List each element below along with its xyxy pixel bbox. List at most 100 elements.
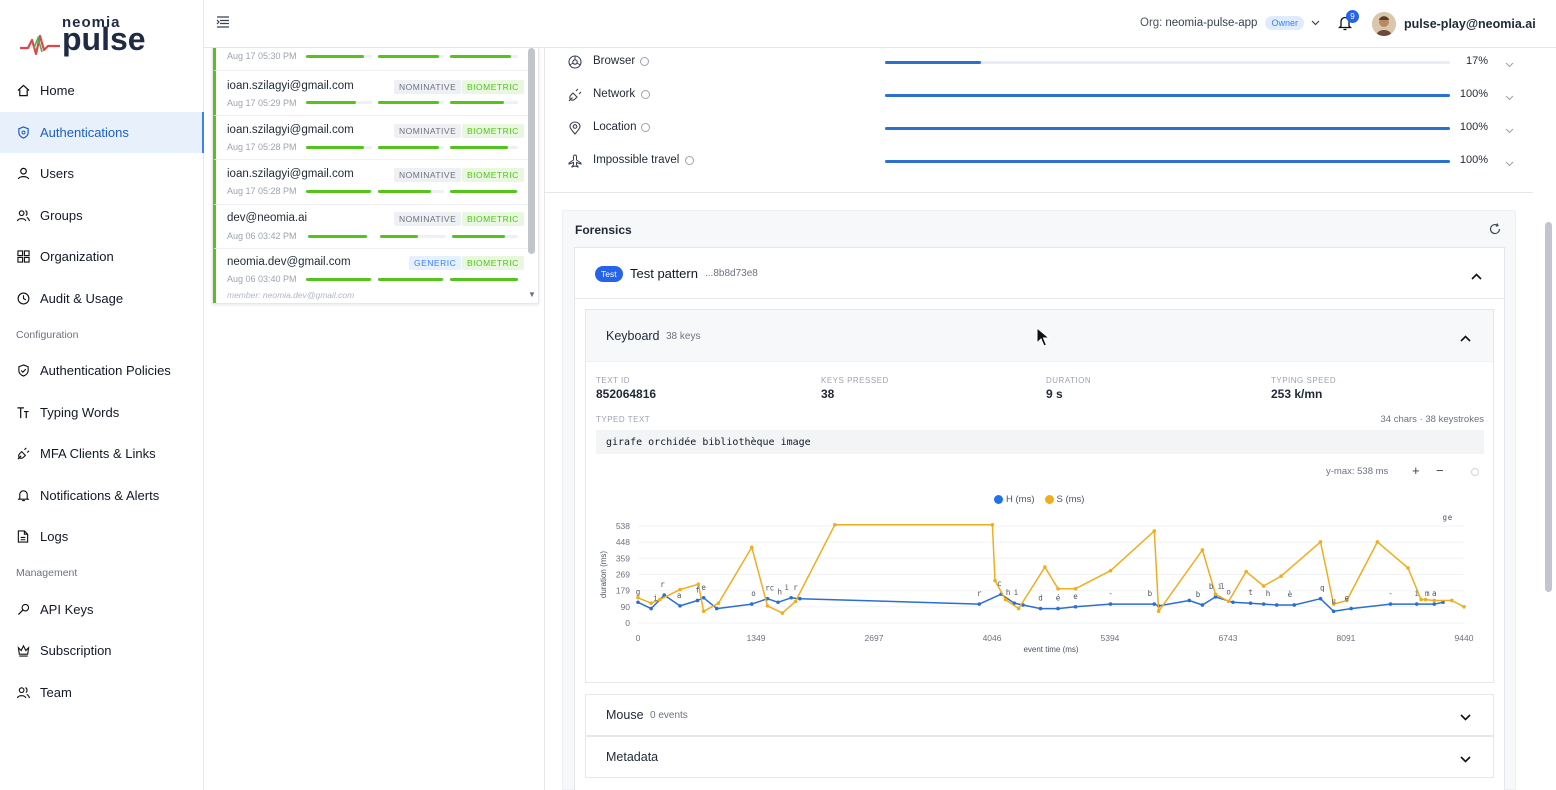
chevron-down-icon[interactable] xyxy=(1505,56,1514,71)
shield-icon xyxy=(16,125,30,139)
signal-row-location[interactable]: Location 100% xyxy=(545,114,1533,147)
sidebar-item-api-keys[interactable]: API Keys xyxy=(0,589,204,631)
scroll-down-arrow-icon[interactable]: ▼ xyxy=(528,290,536,299)
data-point xyxy=(1432,602,1437,606)
sidebar-item-team[interactable]: Team xyxy=(0,672,204,714)
sidebar-item-audit-usage[interactable]: Audit & Usage xyxy=(0,278,204,320)
list-item[interactable]: Aug 17 05:30 PM xyxy=(213,48,529,71)
y-tick-label: 269 xyxy=(616,570,630,580)
sidebar-item-authentications[interactable]: Authentications xyxy=(0,111,204,153)
user-email[interactable]: pulse-play@neomia.ai xyxy=(1404,17,1536,31)
sidebar-item-label: Users xyxy=(40,166,74,182)
mouse-card[interactable]: Mouse 0 events xyxy=(585,694,1494,736)
page-scrollbar-thumb[interactable] xyxy=(1545,222,1552,592)
chevron-down-icon[interactable] xyxy=(1460,751,1471,766)
chart-legend: H (ms) S (ms) xyxy=(994,494,1094,505)
list-scrollbar-thumb[interactable] xyxy=(528,48,535,254)
key-label: a xyxy=(1432,589,1437,598)
test-pattern-header[interactable]: Test Test pattern ...8b8d73e8 xyxy=(575,248,1504,299)
legend-item-h[interactable]: H (ms) xyxy=(994,494,1035,505)
menu-toggle-icon[interactable] xyxy=(216,16,230,30)
score-bar-fill xyxy=(452,235,505,238)
info-icon[interactable] xyxy=(685,156,694,165)
y-max-label: y-max: 538 ms xyxy=(1326,466,1389,477)
legend-label-s: S (ms) xyxy=(1056,494,1085,505)
info-icon[interactable] xyxy=(641,90,650,99)
data-point xyxy=(1261,602,1266,606)
score-bar-fill xyxy=(380,235,419,238)
score-bar xyxy=(306,190,372,193)
y-tick-label: 359 xyxy=(616,553,630,563)
sidebar-item-mfa-clients-links[interactable]: MFA Clients & Links xyxy=(0,433,204,475)
org-switcher[interactable]: Org: neomia-pulse-app Owner xyxy=(1140,16,1320,30)
sidebar-item-home[interactable]: Home xyxy=(0,70,204,112)
typed-text-box: girafe orchidée bibliothèque image xyxy=(596,430,1484,454)
auth-date: Aug 17 05:30 PM xyxy=(227,51,297,61)
metadata-card[interactable]: Metadata xyxy=(585,736,1494,778)
key-label: i xyxy=(1014,588,1019,597)
sidebar-item-logs[interactable]: Logs xyxy=(0,516,204,558)
refresh-icon[interactable] xyxy=(1489,223,1501,238)
test-badge: Test xyxy=(595,266,623,282)
sidebar-item-subscription[interactable]: Subscription xyxy=(0,630,204,672)
signals-panel: Browser 17% Network 100% Location 100% I… xyxy=(545,48,1533,193)
score-bar xyxy=(380,235,446,238)
sidebar-item-groups[interactable]: Groups xyxy=(0,195,204,237)
sidebar-item-label: MFA Clients & Links xyxy=(40,446,156,462)
data-point xyxy=(780,611,785,615)
tag-biometric: BIOMETRIC xyxy=(462,212,524,226)
chevron-up-icon[interactable] xyxy=(1460,330,1471,345)
sidebar-item-authentication-policies[interactable]: Authentication Policies xyxy=(0,350,204,392)
legend-item-s[interactable]: S (ms) xyxy=(1044,494,1085,505)
auth-date: Aug 17 05:29 PM xyxy=(227,98,297,108)
chevron-up-icon[interactable] xyxy=(1471,268,1482,283)
chevron-down-icon[interactable] xyxy=(1460,709,1471,724)
key-label: i xyxy=(653,594,658,603)
chevron-down-icon[interactable] xyxy=(1505,122,1514,137)
legend-label-h: H (ms) xyxy=(1006,494,1035,505)
key-label: r xyxy=(977,589,982,598)
sidebar-item-label: Subscription xyxy=(40,643,112,659)
tag-biometric: BIOMETRIC xyxy=(462,124,524,138)
list-item[interactable]: ioan.szilagyi@gmail.com NOMINATIVE BIOME… xyxy=(213,116,529,160)
list-item[interactable]: dev@neomia.ai NOMINATIVE BIOMETRIC Aug 0… xyxy=(213,205,529,249)
signal-bar-fill xyxy=(885,94,1450,97)
stat-label-duration: DURATION xyxy=(1046,376,1092,385)
signal-row-impossible-travel[interactable]: Impossible travel 100% xyxy=(545,147,1533,180)
zoom-in-button[interactable]: + xyxy=(1412,463,1420,478)
avatar[interactable] xyxy=(1372,12,1396,36)
sidebar-item-typing-words[interactable]: Typing Words xyxy=(0,392,204,434)
tag-nominative: NOMINATIVE xyxy=(394,212,462,226)
info-icon[interactable] xyxy=(641,123,650,132)
signal-row-network[interactable]: Network 100% xyxy=(545,81,1533,114)
score-bar-fill xyxy=(378,146,440,149)
zoom-reset-icon[interactable] xyxy=(1471,468,1479,476)
auth-email: neomia.dev@gmail.com xyxy=(227,256,351,268)
key-label: c xyxy=(997,579,1002,588)
key-label: q xyxy=(1320,584,1325,593)
list-item[interactable]: ioan.szilagyi@gmail.com NOMINATIVE BIOME… xyxy=(213,160,529,205)
data-point xyxy=(1331,609,1336,614)
neomia-pulse-logo[interactable]: neomia pulse xyxy=(20,14,150,58)
signal-row-browser[interactable]: Browser 17% xyxy=(545,48,1533,81)
zoom-out-button[interactable]: − xyxy=(1436,463,1444,478)
sidebar-item-organization[interactable]: Organization xyxy=(0,236,204,278)
x-axis-label: event time (ms) xyxy=(1023,645,1078,654)
list-item[interactable]: ioan.szilagyi@gmail.com NOMINATIVE BIOME… xyxy=(213,71,529,116)
tag-nominative: NOMINATIVE xyxy=(394,168,462,182)
auth-date: Aug 17 05:28 PM xyxy=(227,186,297,196)
chevron-down-icon[interactable] xyxy=(1505,155,1514,170)
score-bar-fill xyxy=(450,278,518,281)
data-point xyxy=(1108,568,1113,573)
data-point xyxy=(1003,597,1008,602)
sidebar-item-label: Authentication Policies xyxy=(40,363,171,379)
list-item[interactable]: neomia.dev@gmail.com GENERIC BIOMETRIC A… xyxy=(213,249,529,303)
signal-bar xyxy=(885,61,1450,64)
score-bar xyxy=(450,278,518,281)
data-point xyxy=(833,522,837,527)
sidebar-item-users[interactable]: Users xyxy=(0,153,204,195)
sidebar-item-notifications-alerts[interactable]: Notifications & Alerts xyxy=(0,475,204,517)
chevron-down-icon[interactable] xyxy=(1505,89,1514,104)
info-icon[interactable] xyxy=(640,57,649,66)
stat-value-typing-speed: 253 k/mn xyxy=(1271,387,1323,401)
